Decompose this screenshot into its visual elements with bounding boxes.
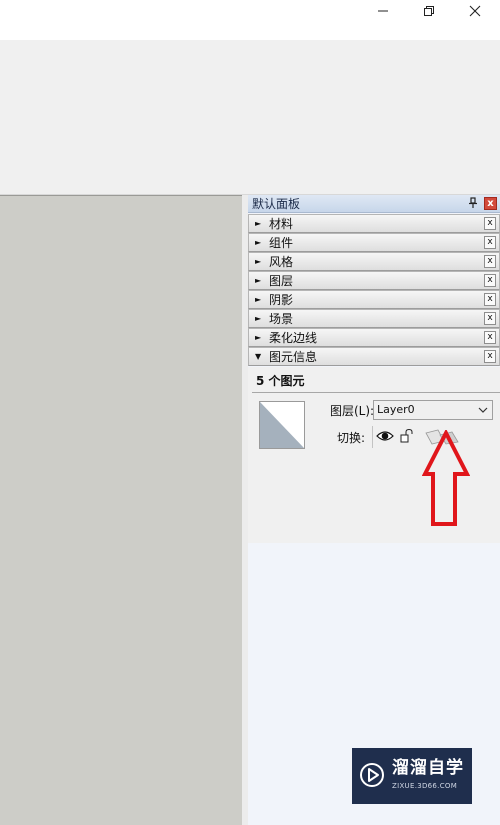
- pin-shape: [469, 197, 477, 208]
- unlock-icon[interactable]: [400, 429, 416, 443]
- play-logo-icon: [360, 763, 384, 787]
- panel-close-button[interactable]: x: [484, 293, 496, 306]
- layer-select[interactable]: Layer0: [373, 400, 493, 420]
- panel-label: 材料: [269, 217, 294, 231]
- watermark-name: 溜溜自学: [392, 758, 464, 778]
- expand-arrow-icon: ►: [255, 333, 262, 342]
- panel-label: 场景: [269, 312, 294, 326]
- panel-entity-info[interactable]: ▼ 图元信息 x: [248, 347, 500, 366]
- close-button[interactable]: [452, 0, 498, 22]
- divider: [372, 426, 373, 448]
- panel-label: 组件: [269, 236, 294, 250]
- panel-layers[interactable]: ► 图层 x: [248, 271, 500, 290]
- panel-label: 柔化边线: [269, 331, 318, 345]
- panel-close-button[interactable]: x: [484, 331, 496, 344]
- panel-list: ► 材料 x ► 组件 x ► 风格 x ► 图层 x ► 阴影 x ► 场景 …: [248, 214, 500, 366]
- minimize-button[interactable]: [360, 0, 406, 22]
- watermark-url: ZIXUE.3D66.COM: [392, 782, 458, 790]
- watermark-logo: 溜溜自学 ZIXUE.3D66.COM: [352, 748, 472, 804]
- panel-styles[interactable]: ► 风格 x: [248, 252, 500, 271]
- restore-button[interactable]: [406, 0, 452, 22]
- chevron-down-icon: [478, 407, 488, 413]
- panel-close-button[interactable]: x: [484, 350, 496, 363]
- panel-close-button[interactable]: x: [484, 217, 496, 230]
- close-icon: [469, 5, 481, 17]
- window-title-bar: [0, 0, 500, 40]
- material-swatch[interactable]: [259, 401, 305, 449]
- divider: [252, 392, 500, 393]
- panel-shadows[interactable]: ► 阴影 x: [248, 290, 500, 309]
- expand-arrow-icon: ►: [255, 257, 262, 266]
- panel-scenes[interactable]: ► 场景 x: [248, 309, 500, 328]
- panel-label: 图层: [269, 274, 294, 288]
- panel-close-button[interactable]: x: [484, 236, 496, 249]
- panel-close-button[interactable]: x: [484, 274, 496, 287]
- panel-label: 图元信息: [269, 350, 318, 364]
- expand-arrow-icon: ►: [255, 238, 262, 247]
- layer-value: Layer0: [377, 403, 415, 416]
- entity-count: 5 个图元: [256, 374, 305, 388]
- tray-header: 默认面板 x: [248, 195, 500, 213]
- drawing-viewport[interactable]: [0, 195, 242, 825]
- tray-title: 默认面板: [252, 197, 301, 211]
- panel-materials[interactable]: ► 材料 x: [248, 214, 500, 233]
- panel-label: 风格: [269, 255, 294, 269]
- panel-close-button[interactable]: x: [484, 312, 496, 325]
- restore-icon: [424, 6, 434, 16]
- layer-label: 图层(L):: [330, 404, 375, 418]
- panel-components[interactable]: ► 组件 x: [248, 233, 500, 252]
- toolbar-area: [0, 40, 500, 195]
- annotation-arrow-icon: [422, 430, 470, 526]
- panel-soften-edges[interactable]: ► 柔化边线 x: [248, 328, 500, 347]
- panel-close-button[interactable]: x: [484, 255, 496, 268]
- expand-arrow-icon: ►: [255, 295, 262, 304]
- expand-arrow-icon: ►: [255, 219, 262, 228]
- expand-arrow-icon: ►: [255, 276, 262, 285]
- panel-label: 阴影: [269, 293, 294, 307]
- eye-icon[interactable]: [376, 429, 394, 443]
- minimize-icon: [378, 10, 388, 12]
- tray-close-button[interactable]: x: [484, 197, 497, 210]
- pin-icon[interactable]: [467, 197, 479, 210]
- toggle-label: 切换:: [337, 431, 366, 445]
- expand-arrow-icon: ►: [255, 314, 262, 323]
- collapse-arrow-icon: ▼: [255, 352, 262, 361]
- material-preview-icon: [260, 402, 304, 448]
